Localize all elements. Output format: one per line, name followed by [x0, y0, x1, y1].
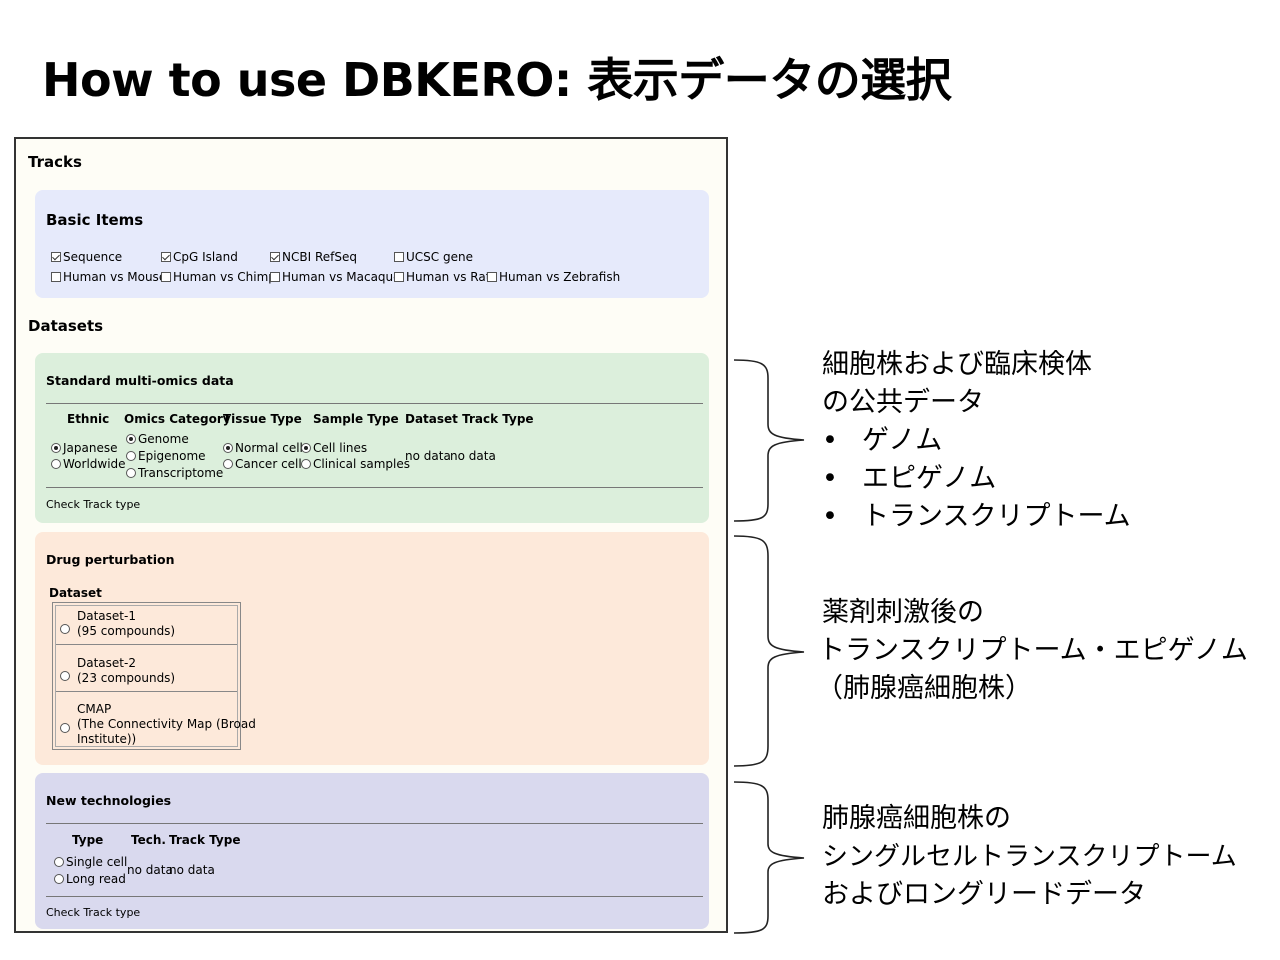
radio-icon[interactable] — [223, 459, 233, 469]
checkbox-icon[interactable] — [394, 252, 404, 262]
header-track-type: Track Type — [169, 833, 241, 847]
dataset-label: Dataset — [49, 586, 102, 600]
datasets-heading: Datasets — [28, 317, 104, 335]
checkbox-icon[interactable] — [161, 252, 171, 262]
basic-items-box: Basic Items Sequence CpG Island NCBI Ref… — [35, 190, 709, 298]
brace-icon — [733, 359, 805, 522]
dataset-option[interactable]: Dataset-1 (95 compounds) — [59, 609, 234, 649]
checkbox-ucsc-gene[interactable]: UCSC gene — [394, 250, 473, 264]
header-dataset-track-type: Dataset Track Type — [405, 412, 534, 426]
radio-normal-cell[interactable]: Normal cell — [223, 441, 303, 455]
radio-icon[interactable] — [60, 723, 70, 733]
checkbox-icon[interactable] — [51, 272, 61, 282]
divider — [46, 896, 703, 897]
radio-long-read[interactable]: Long read — [54, 872, 126, 886]
radio-icon[interactable] — [54, 874, 64, 884]
checkbox-ncbi-refseq[interactable]: NCBI RefSeq — [270, 250, 357, 264]
brace-icon — [733, 781, 805, 934]
standard-multiomics-title: Standard multi-omics data — [46, 373, 234, 388]
divider — [46, 823, 703, 824]
radio-icon[interactable] — [126, 451, 136, 461]
radio-cell-lines[interactable]: Cell lines — [301, 441, 367, 455]
divider — [56, 691, 237, 692]
checkbox-icon[interactable] — [270, 272, 280, 282]
dataset-option[interactable]: CMAP (The Connectivity Map (Broad Institut… — [59, 702, 256, 748]
header-tech: Tech. — [131, 833, 166, 847]
check-track-type-link[interactable]: Check Track type — [46, 498, 140, 511]
annotation-new-technologies: 肺腺癌細胞株の シングルセルトランスクリプトーム およびロングリードデータ — [822, 803, 1237, 910]
radio-icon[interactable] — [301, 443, 311, 453]
dataset-value: no data — [405, 449, 451, 463]
checkbox-sequence[interactable]: Sequence — [51, 250, 122, 264]
divider — [56, 644, 237, 645]
dataset-table: Dataset-1 (95 compounds) Dataset-2 (23 com… — [52, 602, 256, 750]
bullet-item: • トランスクリプトーム — [822, 501, 1131, 532]
checkbox-icon[interactable] — [161, 272, 171, 282]
tech-value: no data — [127, 863, 173, 877]
checkbox-cpg-island[interactable]: CpG Island — [161, 250, 238, 264]
check-track-type-link[interactable]: Check Track type — [46, 906, 140, 919]
radio-icon[interactable] — [60, 624, 70, 634]
drug-perturbation-box: Drug perturbation Dataset Dataset-1 (95 c… — [35, 532, 709, 765]
new-technologies-box: New technologies Type Tech. Track Type S… — [35, 773, 709, 929]
header-tissue-type: Tissue Type — [223, 412, 302, 426]
basic-items-title: Basic Items — [46, 211, 144, 229]
divider — [46, 403, 703, 404]
bullet-item: • エピゲノム — [822, 463, 997, 494]
drug-perturbation-title: Drug perturbation — [46, 552, 175, 567]
header-omics-category: Omics Category — [124, 412, 231, 426]
radio-epigenome[interactable]: Epigenome — [126, 449, 206, 463]
brace-icon — [733, 535, 805, 767]
bullet-item: • ゲノム — [822, 425, 943, 456]
radio-icon[interactable] — [126, 468, 136, 478]
checkbox-icon[interactable] — [270, 252, 280, 262]
radio-icon[interactable] — [51, 443, 61, 453]
radio-japanese[interactable]: Japanese — [51, 441, 118, 455]
checkbox-human-vs-macaque[interactable]: Human vs Macaque — [270, 270, 401, 284]
radio-cancer-cell[interactable]: Cancer cell — [223, 457, 302, 471]
track-value: no data — [450, 449, 496, 463]
dataset-option[interactable]: Dataset-2 (23 compounds) — [59, 656, 234, 696]
radio-worldwide[interactable]: Worldwide — [51, 457, 126, 471]
radio-icon[interactable] — [223, 443, 233, 453]
radio-icon[interactable] — [60, 671, 70, 681]
slide-title: How to use DBKERO: 表示データの選択 — [42, 53, 952, 107]
radio-icon[interactable] — [54, 857, 64, 867]
radio-single-cell[interactable]: Single cell — [54, 855, 127, 869]
checkbox-human-vs-zebrafish[interactable]: Human vs Zebrafish — [487, 270, 620, 284]
checkbox-human-vs-chimp[interactable]: Human vs Chimp — [161, 270, 276, 284]
annotation-public-data: 細胞株および臨床検体 の公共データ • ゲノム • エピゲノム • トランスクリプトー… — [822, 346, 1131, 536]
radio-icon[interactable] — [51, 459, 61, 469]
tracks-heading: Tracks — [28, 153, 82, 171]
header-type: Type — [72, 833, 104, 847]
radio-icon[interactable] — [301, 459, 311, 469]
checkbox-icon[interactable] — [487, 272, 497, 282]
checkbox-icon[interactable] — [51, 252, 61, 262]
radio-transcriptome[interactable]: Transcriptome — [126, 466, 223, 480]
radio-clinical-samples[interactable]: Clinical samples — [301, 457, 410, 471]
new-technologies-title: New technologies — [46, 793, 172, 808]
header-sample-type: Sample Type — [313, 412, 399, 426]
tracks-panel: Tracks Basic Items Sequence CpG Island N… — [14, 137, 728, 933]
radio-genome[interactable]: Genome — [126, 432, 189, 446]
annotation-drug-perturbation: 薬剤刺激後の トランスクリプトーム・エピゲノム （肺腺癌細胞株） — [816, 597, 1248, 704]
standard-multiomics-box: Standard multi-omics data Ethnic Omics C… — [35, 353, 709, 523]
divider — [46, 487, 703, 488]
header-ethnic: Ethnic — [67, 412, 110, 426]
checkbox-human-vs-rat[interactable]: Human vs Rat — [394, 270, 490, 284]
radio-icon[interactable] — [126, 434, 136, 444]
track-type-value: no data — [169, 863, 215, 877]
checkbox-human-vs-mouse[interactable]: Human vs Mouse — [51, 270, 166, 284]
checkbox-icon[interactable] — [394, 272, 404, 282]
